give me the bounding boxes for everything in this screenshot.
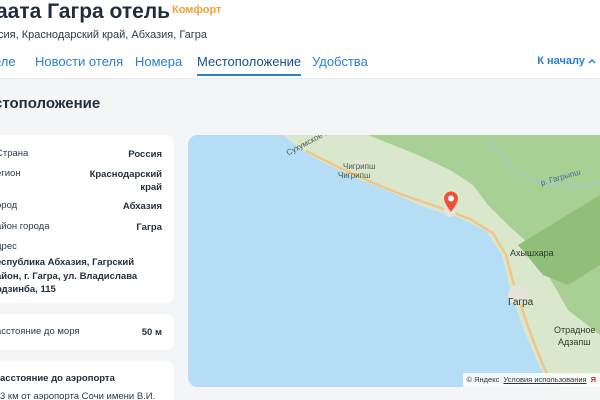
address-label: дрес xyxy=(0,241,17,252)
hotel-location-pin-icon[interactable] xyxy=(443,191,459,213)
back-to-top-label: К началу xyxy=(537,55,585,67)
location-section: стоположение Страна Россия егион Краснод… xyxy=(0,79,600,400)
region-value: Краснодарский край xyxy=(90,168,162,194)
map-copyright-text: © Яндекс xyxy=(466,375,500,384)
back-to-top-link[interactable]: К началу xyxy=(537,55,596,67)
tab-amenities[interactable]: Удобства xyxy=(312,54,368,69)
map-label-chigripsh-2: Чигрипш xyxy=(338,171,371,180)
map-label-akhyshara: Ахышхара xyxy=(510,248,554,258)
city-value: Абхазия xyxy=(122,201,162,212)
region-label: егион xyxy=(0,168,21,179)
city-label: ород xyxy=(0,200,18,211)
sea-distance-value: 50 м xyxy=(141,327,162,338)
sea-distance-card: асстояние до моря 50 м xyxy=(0,314,174,350)
hotel-category-badge: Комфорт xyxy=(172,4,222,16)
airport-distance-label: асстояние до аэропорта xyxy=(0,373,115,384)
yandex-logo-icon[interactable]: Я xyxy=(591,375,596,384)
map-label-chigripsh-1: Чигрипш xyxy=(343,162,376,171)
hotel-tabs: еле Новости отеля Номера Местоположение … xyxy=(0,48,600,76)
district-label: айон города xyxy=(0,221,50,232)
hotel-title: аата Гагра отель xyxy=(0,0,171,23)
location-map[interactable]: Сухумское ш. Чигрипш Чигрипш р. Гагрыпш … xyxy=(188,135,600,387)
tab-rooms[interactable]: Номера xyxy=(135,54,182,69)
section-title: стоположение xyxy=(0,95,101,112)
region-value-line-1: Краснодарский xyxy=(89,169,162,180)
map-label-otradnoe: Отрадное xyxy=(554,325,596,335)
address-line-3: рдзинба, 115 xyxy=(0,284,56,295)
map-label-adzapsh: Адзапш xyxy=(558,337,591,347)
map-canvas xyxy=(188,135,600,387)
country-label: Страна xyxy=(0,148,29,159)
address-line-2: айон, г. Гагра, ул. Владислава xyxy=(0,270,138,282)
hotel-address: сия, Краснодарский край, Абхазия, Гагра xyxy=(0,29,208,41)
country-value: Россия xyxy=(128,149,162,160)
chevron-up-icon xyxy=(588,55,596,67)
map-terms-link[interactable]: Условия использования xyxy=(503,375,586,384)
hotel-header: аата Гагра отель Комфорт сия, Краснодарс… xyxy=(0,0,600,88)
address-value: еспублика Абхазия, Гагрский айон, г. Гаг… xyxy=(0,256,156,297)
airport-distance-card: асстояние до аэропорта 3 км от аэропорта… xyxy=(0,361,174,400)
region-value-line-2: край xyxy=(140,182,162,193)
tab-hotel-news[interactable]: Новости отеля xyxy=(35,54,123,69)
tab-about[interactable]: еле xyxy=(0,54,16,69)
map-copyright: © Яндекс Условия использования Я xyxy=(462,373,600,387)
sea-distance-label: асстояние до моря xyxy=(0,326,80,337)
map-label-gagra: Гагра xyxy=(508,297,534,308)
address-line-1: еспублика Абхазия, Гагрский xyxy=(0,257,135,268)
district-value: Гагра xyxy=(136,222,162,233)
location-details-card: Страна Россия егион Краснодарский край о… xyxy=(0,135,174,303)
tab-location[interactable]: Местоположение xyxy=(197,54,302,76)
airport-distance-value: 3 км от аэропорта Сочи имени В.И. xyxy=(0,391,156,400)
